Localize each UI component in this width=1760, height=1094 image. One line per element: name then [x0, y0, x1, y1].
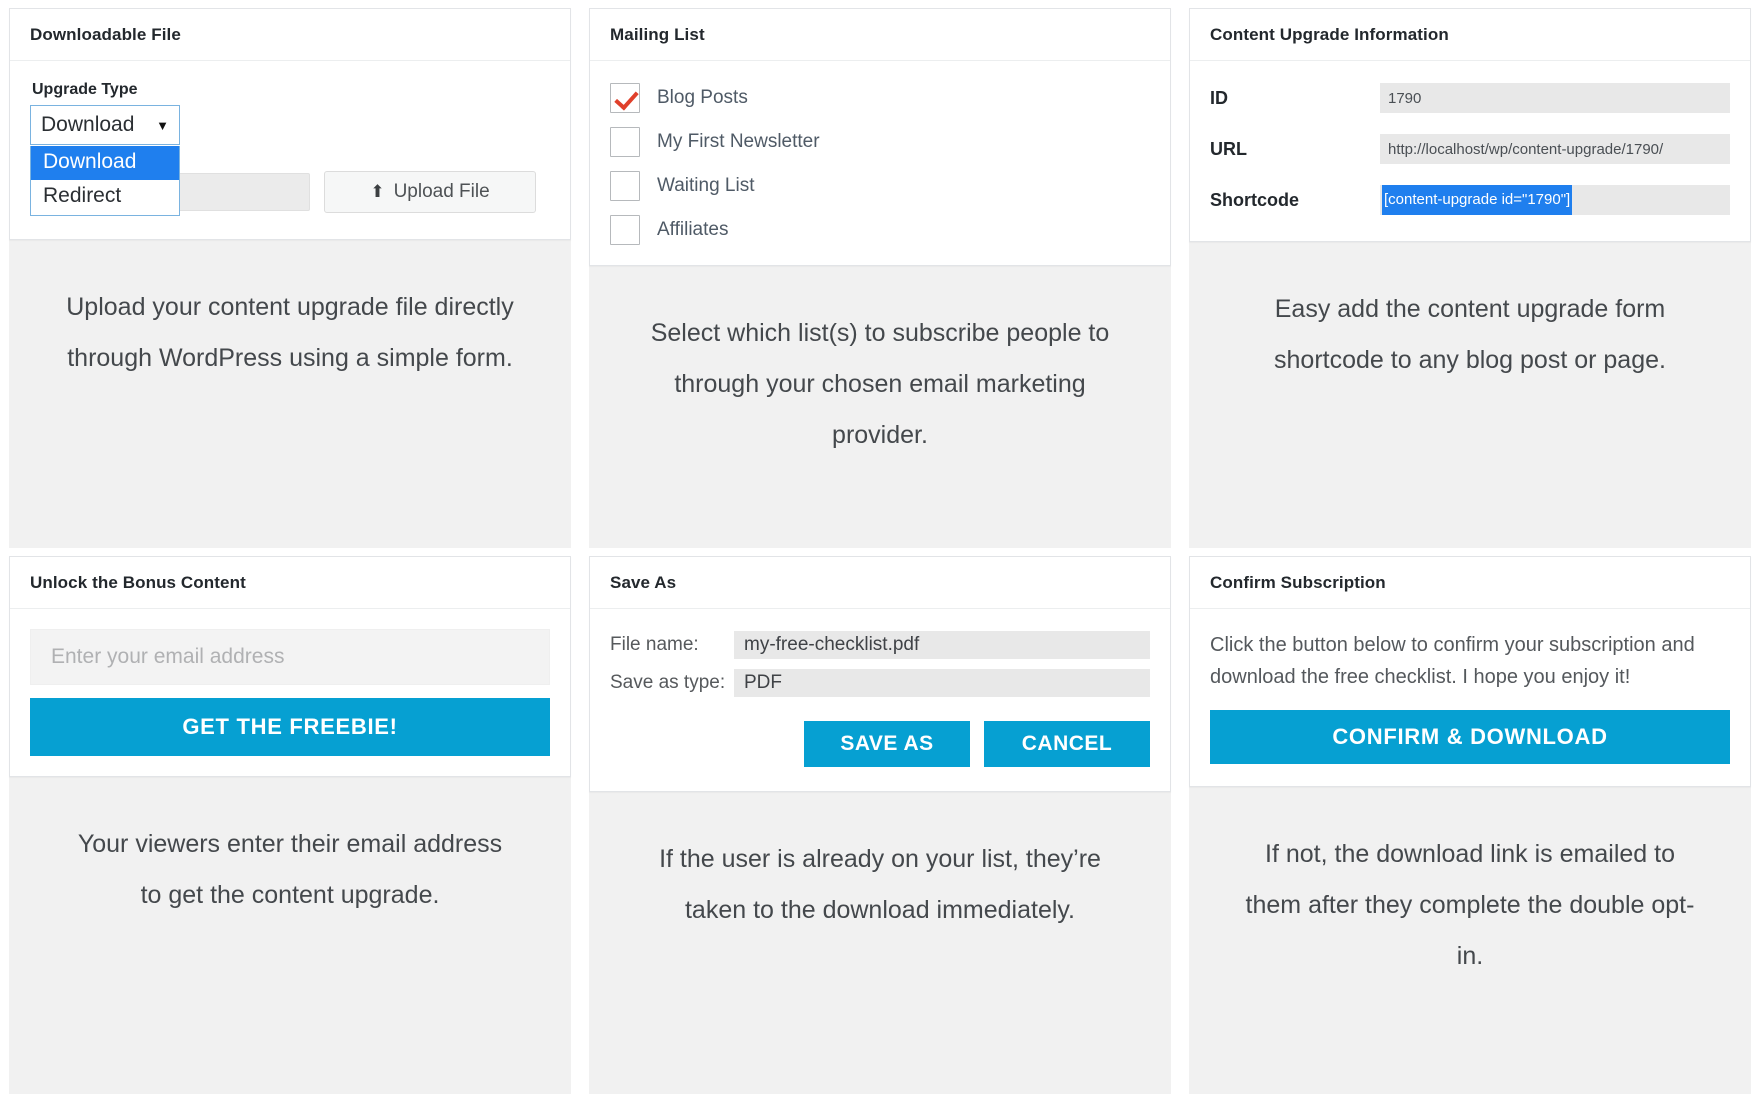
cell-save-as: Save As File name: my-free-checklist.pdf…: [580, 548, 1180, 1094]
caption-mailing-list: Select which list(s) to subscribe people…: [589, 266, 1171, 461]
email-field-placeholder: Enter your email address: [51, 645, 284, 669]
dropdown-option-redirect[interactable]: Redirect: [31, 180, 179, 214]
card-title-unlock-bonus-content: Unlock the Bonus Content: [10, 557, 570, 609]
upload-file-button-label: Upload File: [394, 181, 490, 203]
cancel-button-label: CANCEL: [1022, 732, 1113, 756]
card-content-upgrade-information: Content Upgrade Information ID 1790 URL …: [1189, 8, 1751, 242]
cell-downloadable-file: Downloadable File Upgrade Type Download …: [0, 0, 580, 548]
card-mailing-list: Mailing List Blog Posts My First Newslet…: [589, 8, 1171, 266]
save-as-button-row: SAVE AS CANCEL: [610, 721, 1150, 767]
label-save-as-type: Save as type:: [610, 672, 734, 694]
checkbox-my-first-newsletter[interactable]: [610, 127, 640, 157]
caption-save-as: If the user is already on your list, the…: [589, 792, 1171, 936]
card-title-downloadable-file: Downloadable File: [10, 9, 570, 61]
card-title-mailing-list: Mailing List: [590, 9, 1170, 61]
card-body-confirm-subscription: Click the button below to confirm your s…: [1190, 609, 1750, 786]
cell-unlock-bonus-content: Unlock the Bonus Content Enter your emai…: [0, 548, 580, 1094]
checkbox-label-my-first-newsletter: My First Newsletter: [657, 131, 820, 153]
confirm-and-download-button-label: CONFIRM & DOWNLOAD: [1332, 724, 1607, 750]
checkbox-label-affiliates: Affiliates: [657, 219, 728, 241]
card-body-unlock-bonus-content: Enter your email address GET THE FREEBIE…: [10, 609, 570, 776]
caption-downloadable-file: Upload your content upgrade file directl…: [9, 240, 571, 384]
card-title-confirm-subscription: Confirm Subscription: [1190, 557, 1750, 609]
list-item[interactable]: Waiting List: [610, 171, 1150, 201]
card-body-downloadable-file: Upgrade Type Download ▼ Download Redirec…: [10, 61, 570, 239]
caption-confirm-subscription: If not, the download link is emailed to …: [1189, 787, 1751, 982]
checkbox-label-blog-posts: Blog Posts: [657, 87, 748, 109]
confirm-subscription-body: Click the button below to confirm your s…: [1210, 629, 1730, 693]
info-value-url[interactable]: http://localhost/wp/content-upgrade/1790…: [1380, 134, 1730, 164]
save-as-row-save-as-type: Save as type: PDF: [610, 669, 1150, 697]
get-the-freebie-button[interactable]: GET THE FREEBIE!: [30, 698, 550, 756]
card-title-save-as: Save As: [590, 557, 1170, 609]
caption-unlock-bonus-content: Your viewers enter their email address t…: [9, 777, 571, 921]
info-row-shortcode: Shortcode [content-upgrade id="1790"]: [1210, 185, 1730, 215]
save-as-type-select[interactable]: PDF: [734, 669, 1150, 697]
checkbox-label-waiting-list: Waiting List: [657, 175, 755, 197]
cell-mailing-list: Mailing List Blog Posts My First Newslet…: [580, 0, 1180, 548]
checkbox-blog-posts[interactable]: [610, 83, 640, 113]
info-value-shortcode[interactable]: [content-upgrade id="1790"]: [1380, 185, 1730, 215]
cell-confirm-subscription: Confirm Subscription Click the button be…: [1180, 548, 1760, 1094]
checkbox-affiliates[interactable]: [610, 215, 640, 245]
info-key-shortcode: Shortcode: [1210, 190, 1380, 211]
label-file-name: File name:: [610, 634, 734, 656]
card-confirm-subscription: Confirm Subscription Click the button be…: [1189, 556, 1751, 787]
list-item[interactable]: My First Newsletter: [610, 127, 1150, 157]
chevron-down-icon: ▼: [156, 118, 169, 133]
shortcode-selected-text: [content-upgrade id="1790"]: [1382, 185, 1572, 215]
feature-grid: Downloadable File Upgrade Type Download …: [0, 0, 1760, 1094]
card-body-save-as: File name: my-free-checklist.pdf Save as…: [590, 609, 1170, 791]
dropdown-option-download[interactable]: Download: [31, 146, 179, 180]
card-downloadable-file: Downloadable File Upgrade Type Download …: [9, 8, 571, 240]
upgrade-type-label: Upgrade Type: [32, 81, 550, 99]
info-row-id: ID 1790: [1210, 83, 1730, 113]
card-body-mailing-list: Blog Posts My First Newsletter Waiting L…: [590, 61, 1170, 265]
upgrade-type-select-value: Download: [41, 113, 134, 137]
info-value-id[interactable]: 1790: [1380, 83, 1730, 113]
card-save-as: Save As File name: my-free-checklist.pdf…: [589, 556, 1171, 792]
info-key-url: URL: [1210, 139, 1380, 160]
upgrade-type-dropdown-menu[interactable]: Download Redirect: [30, 146, 180, 216]
confirm-and-download-button[interactable]: CONFIRM & DOWNLOAD: [1210, 710, 1730, 764]
caption-content-upgrade-information: Easy add the content upgrade form shortc…: [1189, 242, 1751, 386]
upgrade-type-select-stack: Download ▼ Download Redirect: [30, 105, 180, 145]
checkbox-waiting-list[interactable]: [610, 171, 640, 201]
email-field[interactable]: Enter your email address: [30, 629, 550, 685]
list-item[interactable]: Affiliates: [610, 215, 1150, 245]
card-title-content-upgrade-information: Content Upgrade Information: [1190, 9, 1750, 61]
info-row-url: URL http://localhost/wp/content-upgrade/…: [1210, 134, 1730, 164]
cancel-button[interactable]: CANCEL: [984, 721, 1150, 767]
file-name-input[interactable]: my-free-checklist.pdf: [734, 631, 1150, 659]
save-as-row-file-name: File name: my-free-checklist.pdf: [610, 631, 1150, 659]
save-as-button[interactable]: SAVE AS: [804, 721, 970, 767]
upload-file-button[interactable]: ⬆ Upload File: [324, 171, 536, 213]
card-body-content-upgrade-information: ID 1790 URL http://localhost/wp/content-…: [1190, 61, 1750, 241]
list-item[interactable]: Blog Posts: [610, 83, 1150, 113]
upload-icon: ⬆: [370, 182, 384, 202]
card-unlock-bonus-content: Unlock the Bonus Content Enter your emai…: [9, 556, 571, 777]
save-as-button-label: SAVE AS: [840, 732, 933, 756]
get-the-freebie-button-label: GET THE FREEBIE!: [182, 714, 397, 740]
upgrade-type-select[interactable]: Download ▼: [30, 105, 180, 145]
cell-content-upgrade-information: Content Upgrade Information ID 1790 URL …: [1180, 0, 1760, 548]
info-key-id: ID: [1210, 88, 1380, 109]
